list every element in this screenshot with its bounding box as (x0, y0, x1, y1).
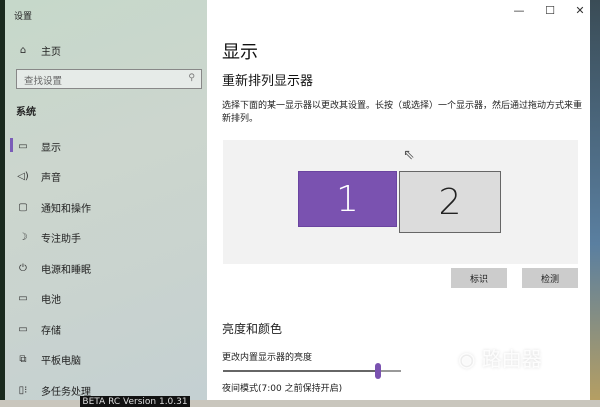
sidebar-item-label: 显示 (41, 142, 61, 154)
battery-icon: ▭ (18, 293, 28, 304)
tablet-icon: ⧉ (19, 354, 27, 365)
sidebar-item-3[interactable]: ☽ 专注助手 (15, 228, 81, 248)
sidebar-item-4[interactable]: ⏻ 电源和睡眠 (15, 258, 91, 278)
sidebar-item-0[interactable]: ▭ 显示 (15, 136, 61, 156)
moon-icon: ☽ (18, 232, 28, 243)
sidebar-item-label: 声音 (41, 173, 61, 184)
sidebar-item-7[interactable]: ⧉ 平板电脑 (15, 350, 81, 370)
close-button[interactable]: ✕ (570, 4, 590, 17)
app-title: 设置 (14, 12, 33, 22)
sidebar-item-label: 通知和操作 (41, 203, 91, 215)
brightness-slider[interactable] (223, 363, 401, 379)
power-icon: ⏻ (19, 262, 27, 274)
sidebar-item-label: 存储 (41, 325, 61, 337)
desktop-background (590, 0, 600, 407)
slider-fill (223, 370, 378, 372)
multitask-icon: ▯⁝ (18, 384, 28, 396)
speaker-icon: ◁) (17, 171, 29, 182)
page-title: 显示 (222, 42, 258, 63)
identify-button[interactable]: 标识 (451, 268, 507, 288)
notification-icon: ▢ (18, 201, 28, 213)
sidebar-item-5[interactable]: ▭ 电池 (15, 289, 61, 309)
brightness-heading: 亮度和颜色 (222, 322, 283, 336)
main-pane: — ☐ ✕ 显示 重新排列显示器 选择下面的某一显示器以更改其设置。长按（或选择… (207, 0, 590, 400)
sidebar-item-home[interactable]: ⌂ 主页 (15, 40, 61, 60)
section-heading: 系统 (16, 107, 36, 118)
slider-thumb[interactable] (374, 363, 381, 379)
minimize-button[interactable]: — (509, 4, 529, 17)
home-icon: ⌂ (19, 44, 27, 56)
detect-button[interactable]: 检测 (522, 268, 578, 288)
taskbar-text: BETA RC Version 1.0.31 (80, 396, 190, 407)
sidebar-item-1[interactable]: ◁) 声音 (15, 167, 61, 187)
arrange-heading: 重新排列显示器 (222, 74, 314, 89)
sidebar-item-label: 电池 (41, 295, 61, 306)
maximize-button[interactable]: ☐ (540, 4, 560, 17)
search-input[interactable]: 查找设置 ⚲ (16, 69, 202, 89)
sidebar-item-label: 专注助手 (41, 234, 81, 245)
monitor-arrangement: 1 2 ⇖ (223, 140, 578, 264)
brightness-label: 更改内置显示器的亮度 (222, 353, 313, 363)
monitor-2[interactable]: 2 (399, 171, 501, 233)
storage-icon: ▭ (18, 323, 28, 335)
mouse-cursor-icon: ⇖ (403, 147, 415, 163)
sidebar: 设置 ⌂ 主页 查找设置 ⚲ 系统 ▭ 显示 ◁) 声音 ▢ 通知和操作 ☽ 专注助手 ⏻ 电源和睡眠… (5, 0, 207, 402)
watermark-logo: ◉ 路由器 (458, 347, 542, 371)
monitor-1[interactable]: 1 (298, 171, 397, 227)
selection-indicator (10, 138, 13, 152)
sidebar-item-6[interactable]: ▭ 存储 (15, 319, 61, 339)
sidebar-item-2[interactable]: ▢ 通知和操作 (15, 197, 91, 217)
night-mode-label: 夜间模式(7:00 之前保持开启) (222, 384, 343, 394)
sidebar-item-label: 平板电脑 (41, 356, 81, 367)
home-label: 主页 (41, 46, 61, 58)
sidebar-item-label: 电源和睡眠 (41, 264, 91, 276)
arrange-description: 选择下面的某一显示器以更改其设置。长按（或选择）一个显示器，然后通过拖动方式来重… (222, 101, 583, 124)
search-placeholder: 查找设置 (24, 76, 63, 87)
monitor-icon: ▭ (18, 140, 28, 152)
search-icon[interactable]: ⚲ (188, 73, 195, 83)
